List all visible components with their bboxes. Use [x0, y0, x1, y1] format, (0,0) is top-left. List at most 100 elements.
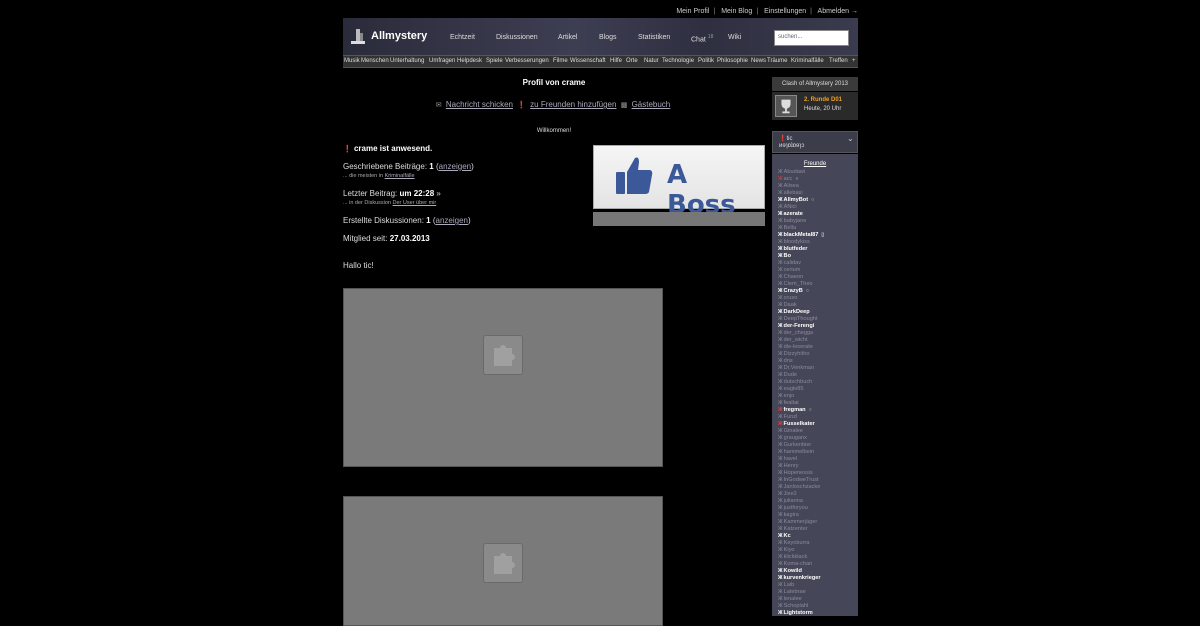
friend-item[interactable]: ЖClem_Theo	[778, 281, 858, 288]
cat-hilfe[interactable]: Hilfe	[610, 58, 622, 64]
user-name[interactable]: ❗tic	[779, 135, 792, 142]
friend-item[interactable]: Жblutfeder	[778, 246, 858, 253]
friend-item[interactable]: ЖGurkenbier	[778, 442, 858, 449]
friend-item[interactable]: Жdns	[778, 358, 858, 365]
friend-item[interactable]: ЖLaib	[778, 582, 858, 589]
friend-item[interactable]: ЖKammerjäger	[778, 519, 858, 526]
friend-item[interactable]: Жenjo	[778, 393, 858, 400]
friend-item[interactable]: ЖKatzenter	[778, 526, 858, 533]
my-blog-link[interactable]: Mein Blog	[721, 8, 752, 15]
search-input[interactable]: suchen...	[774, 30, 849, 46]
my-profile-link[interactable]: Mein Profil	[676, 8, 709, 15]
friend-item[interactable]: Жkagira	[778, 512, 858, 519]
nav-chat[interactable]: Chat 18	[691, 34, 713, 43]
friend-item[interactable]: Жcerium	[778, 267, 858, 274]
friend-item[interactable]: ЖFunzl	[778, 414, 858, 421]
friend-item[interactable]: ЖSchoplahl	[778, 603, 858, 610]
friend-item[interactable]: ЖKiyo	[778, 547, 858, 554]
show-posts-link[interactable]: anzeigen	[439, 162, 471, 171]
friend-item[interactable]: Жeagle85	[778, 386, 858, 393]
chevron-down-icon[interactable]: ⌄	[847, 134, 854, 143]
friend-item[interactable]: ЖBella	[778, 225, 858, 232]
friend-item[interactable]: ЖDaak	[778, 302, 858, 309]
show-discussions-link[interactable]: anzeigen	[436, 216, 468, 225]
friend-item[interactable]: Жcruso	[778, 295, 858, 302]
friend-item[interactable]: Жbloodykiss	[778, 239, 858, 246]
cat-spiele[interactable]: Spiele	[486, 58, 503, 64]
cat-natur[interactable]: Natur	[644, 58, 659, 64]
cat-politik[interactable]: Politik	[698, 58, 714, 64]
cat-helpdesk[interactable]: Helpdesk	[457, 58, 482, 64]
friend-item[interactable]: Жcalidav	[778, 260, 858, 267]
nav-statistiken[interactable]: Statistiken	[638, 34, 670, 41]
discussion-link[interactable]: Der User über mir	[393, 200, 437, 206]
friend-item[interactable]: Жdutschbuch	[778, 379, 858, 386]
friend-item[interactable]: ЖAbudawi	[778, 169, 858, 176]
friend-item[interactable]: ЖDarkDeep	[778, 309, 858, 316]
friend-item[interactable]: Жfregman ○	[778, 407, 858, 414]
cat-menschen[interactable]: Menschen	[361, 58, 389, 64]
last-post-time[interactable]: um 22:28	[399, 189, 434, 198]
nav-wiki[interactable]: Wiki	[728, 34, 741, 41]
friend-item[interactable]: Жgrauganx	[778, 435, 858, 442]
friend-item[interactable]: ЖKoma-chan	[778, 561, 858, 568]
cat-musik[interactable]: Musik	[344, 58, 360, 64]
friend-item[interactable]: Жder_chegga	[778, 330, 858, 337]
friend-item[interactable]: ЖAllmyBot ○	[778, 197, 858, 204]
friend-item[interactable]: ЖChaeon	[778, 274, 858, 281]
brand-name[interactable]: Allmystery	[371, 30, 427, 42]
clash-title[interactable]: Clash of Allmystery 2013	[772, 77, 858, 91]
friend-item[interactable]: Жjustforyou	[778, 505, 858, 512]
nav-artikel[interactable]: Artikel	[558, 34, 577, 41]
friend-item[interactable]: ЖBo	[778, 253, 858, 260]
cat-verbesserungen[interactable]: Verbesserungen	[505, 58, 549, 64]
cat-unterhaltung[interactable]: Unterhaltung	[390, 58, 424, 64]
guestbook-link[interactable]: Gästebuch	[632, 100, 671, 109]
friend-item[interactable]: ЖblackMetal87 ▯	[778, 232, 858, 239]
friend-item[interactable]: ЖJixe2	[778, 491, 858, 498]
cat-more[interactable]: +	[852, 58, 856, 64]
friend-item[interactable]: ЖKeyoburra	[778, 540, 858, 547]
friend-item[interactable]: ЖHopenessis	[778, 470, 858, 477]
cat-philosophie[interactable]: Philosophie	[717, 58, 748, 64]
cat-treffen[interactable]: Treffen	[829, 58, 848, 64]
nav-blogs[interactable]: Blogs	[599, 34, 617, 41]
friend-item[interactable]: ЖGinalee	[778, 428, 858, 435]
plugin-placeholder[interactable]	[343, 288, 663, 467]
friend-item[interactable]: Жdie-leserate	[778, 344, 858, 351]
cat-wissenschaft[interactable]: Wissenschaft	[570, 58, 606, 64]
friend-item[interactable]: ЖDude	[778, 372, 858, 379]
friend-item[interactable]: Жhavel	[778, 456, 858, 463]
friend-item[interactable]: Жjulianna	[778, 498, 858, 505]
friend-item[interactable]: Жhammelbein	[778, 449, 858, 456]
friend-item[interactable]: Жacc ○	[778, 176, 858, 183]
friend-item[interactable]: ЖDeepThought	[778, 316, 858, 323]
friend-item[interactable]: ЖFusselkater	[778, 421, 858, 428]
send-message-link[interactable]: Nachricht schicken	[446, 100, 513, 109]
friend-item[interactable]: ЖANici	[778, 204, 858, 211]
friend-item[interactable]: Жazerate	[778, 211, 858, 218]
friend-item[interactable]: ЖDr.Venkman	[778, 365, 858, 372]
plugin-placeholder[interactable]	[343, 496, 663, 626]
friend-item[interactable]: ЖInGodweTrust	[778, 477, 858, 484]
friend-item[interactable]: ЖHenry	[778, 463, 858, 470]
cat-traeume[interactable]: Träume	[767, 58, 787, 64]
friend-item[interactable]: ЖAlisea	[778, 183, 858, 190]
friend-item[interactable]: ЖKc	[778, 533, 858, 540]
friend-item[interactable]: ЖCrazyB ○	[778, 288, 858, 295]
nav-echtzeit[interactable]: Echtzeit	[450, 34, 475, 41]
clash-box[interactable]: 2. Runde D01 Heute, 20 Uhr	[772, 92, 858, 120]
friend-item[interactable]: Жklickklack	[778, 554, 858, 561]
friends-title[interactable]: Freunde	[772, 161, 858, 167]
friend-item[interactable]: Жlenalee	[778, 596, 858, 603]
nav-diskussionen[interactable]: Diskussionen	[496, 34, 538, 41]
friend-item[interactable]: ЖLatebrae	[778, 589, 858, 596]
friend-item[interactable]: Жallebasi	[778, 190, 858, 197]
friend-item[interactable]: ЖJanloschzacke	[778, 484, 858, 491]
logout-link[interactable]: Abmelden →	[818, 8, 858, 15]
add-friend-link[interactable]: zu Freunden hinzufügen	[530, 100, 616, 109]
friend-item[interactable]: Жkurvenkrieger	[778, 575, 858, 582]
friend-item[interactable]: Жder_wicht	[778, 337, 858, 344]
category-link[interactable]: Kriminalfälle	[385, 173, 415, 179]
cat-orte[interactable]: Orte	[626, 58, 638, 64]
